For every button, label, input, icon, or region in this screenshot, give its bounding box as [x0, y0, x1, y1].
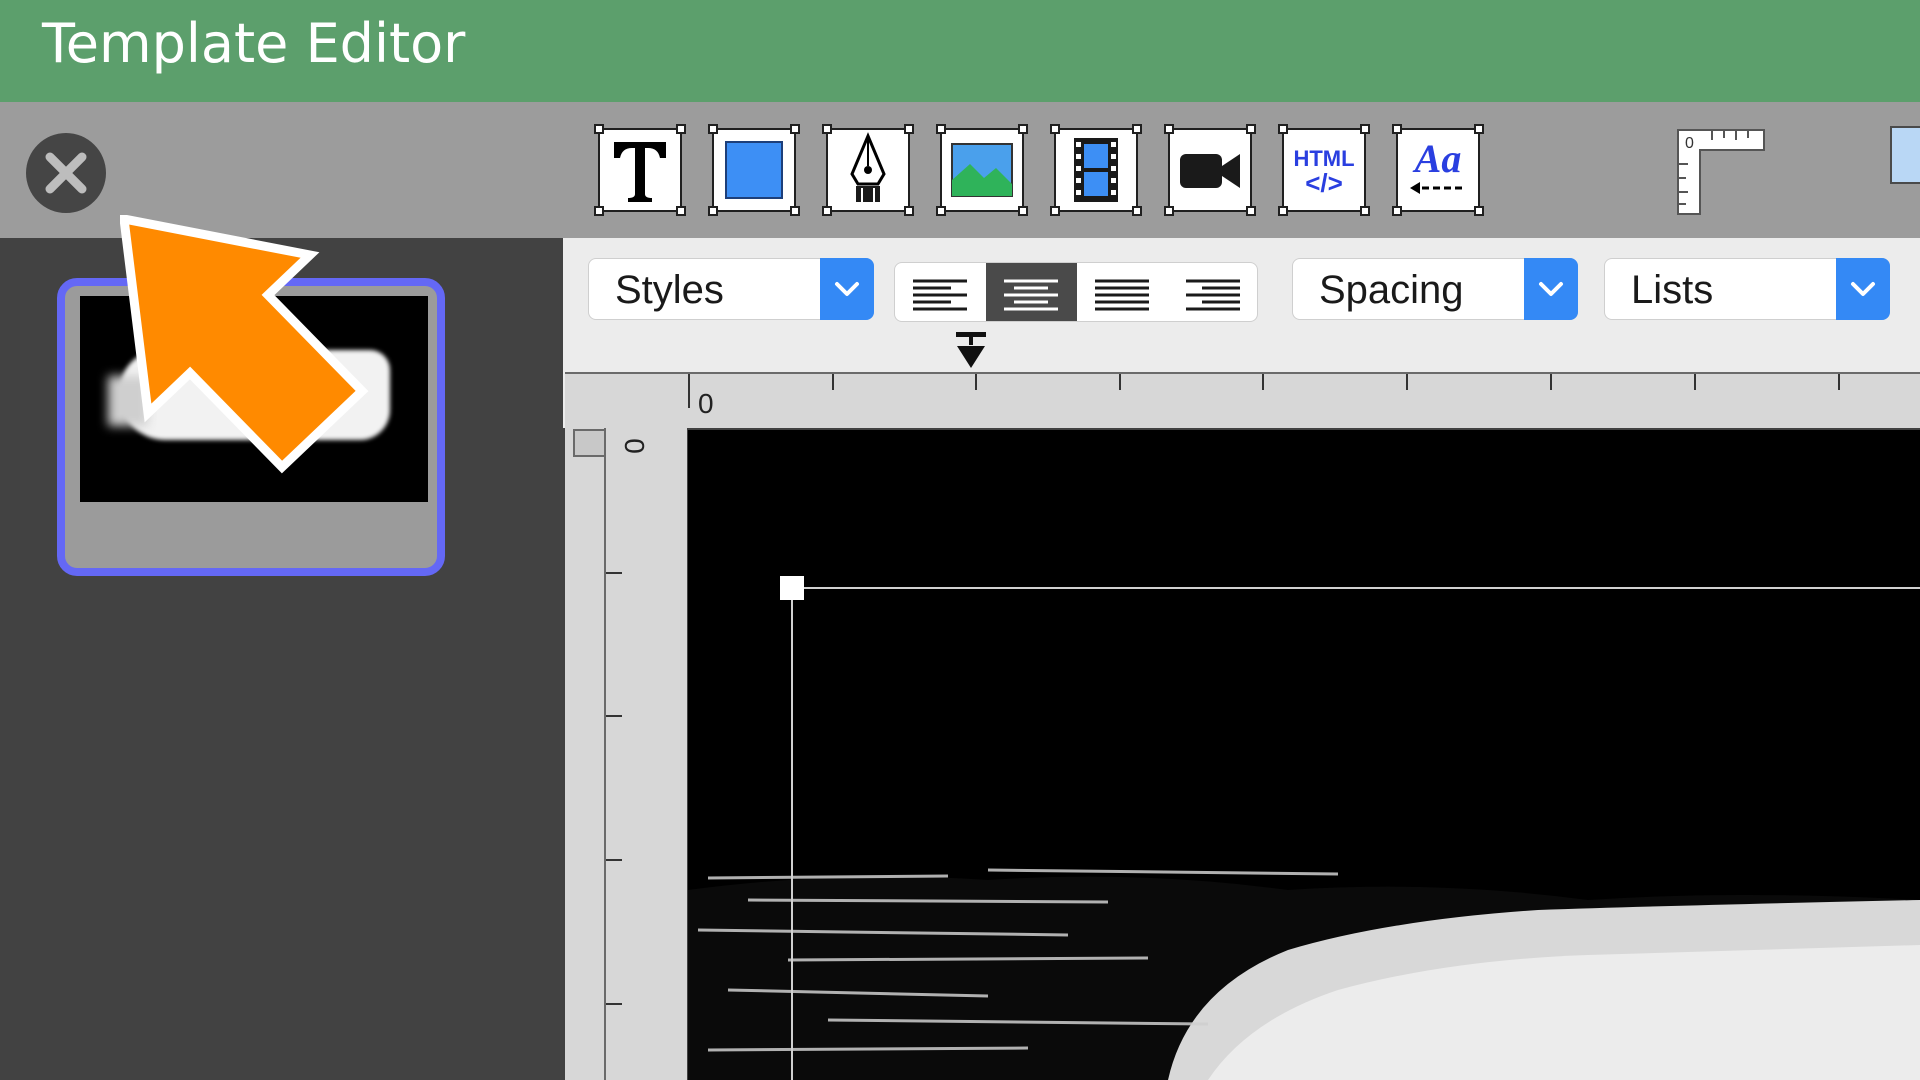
video-camera-icon — [1180, 154, 1240, 188]
align-justify-icon — [1095, 279, 1149, 311]
ruler-icon-label: 0 — [1685, 135, 1694, 152]
pointer-arrow-annotation — [120, 215, 369, 474]
text-T-icon — [614, 142, 666, 202]
html-tool-button[interactable]: HTML </> — [1278, 124, 1370, 216]
spacing-dropdown-arrow — [1524, 258, 1578, 320]
chevron-down-icon — [1539, 282, 1563, 296]
align-left-icon — [913, 279, 967, 311]
pen-nib-icon — [850, 132, 886, 202]
svg-text:Aa: Aa — [1412, 136, 1462, 181]
rectangle-tool-button[interactable] — [708, 124, 800, 216]
horizontal-ruler[interactable]: 0 — [565, 372, 1920, 428]
image-tool-button[interactable] — [936, 124, 1028, 216]
svg-text:</>: </> — [1305, 168, 1343, 198]
vertical-ruler[interactable]: 0 — [604, 428, 662, 1080]
video-tool-button[interactable] — [1164, 124, 1256, 216]
lists-dropdown-label: Lists — [1631, 268, 1714, 312]
text-style-tool-button[interactable]: Aa — [1392, 124, 1484, 216]
close-icon — [45, 152, 87, 194]
editor-canvas[interactable] — [688, 430, 1920, 1080]
lists-dropdown-arrow — [1836, 258, 1890, 320]
pen-tool-button[interactable] — [822, 124, 914, 216]
landscape-image-icon — [951, 143, 1013, 197]
align-justify-button[interactable] — [1077, 263, 1168, 321]
align-center-button[interactable] — [986, 263, 1077, 321]
lists-dropdown[interactable]: Lists — [1604, 258, 1890, 320]
spacing-dropdown[interactable]: Spacing — [1292, 258, 1578, 320]
window-title: Template Editor — [42, 12, 466, 75]
film-strip-icon — [1074, 138, 1118, 202]
styles-dropdown[interactable]: Styles — [588, 258, 874, 320]
styles-dropdown-label: Styles — [615, 268, 724, 312]
chevron-down-icon — [835, 282, 859, 296]
align-center-icon — [1004, 279, 1058, 311]
text-tool-button[interactable] — [594, 124, 686, 216]
blue-rectangle-icon — [725, 141, 783, 199]
html-code-icon: HTML </> — [1293, 146, 1354, 198]
horizontal-ruler-zero: 0 — [698, 388, 714, 419]
toolbar-extra-icon[interactable] — [1890, 126, 1920, 184]
ruler-toggle-icon[interactable]: 0 — [1672, 124, 1770, 218]
spacing-dropdown-label: Spacing — [1319, 268, 1464, 312]
film-tool-button[interactable] — [1050, 124, 1142, 216]
title-bar: Template Editor — [0, 0, 1920, 102]
alignment-segmented-control — [894, 262, 1258, 322]
align-right-icon — [1186, 279, 1240, 311]
selection-handle[interactable] — [780, 576, 804, 600]
canvas-artwork — [688, 576, 1920, 1080]
indent-marker-icon[interactable] — [953, 332, 989, 372]
close-button[interactable] — [26, 133, 106, 213]
vertical-ruler-zero: 0 — [618, 438, 650, 454]
styles-dropdown-arrow — [820, 258, 874, 320]
chevron-down-icon — [1851, 282, 1875, 296]
text-style-icon: Aa — [1410, 136, 1464, 194]
align-left-button[interactable] — [895, 263, 986, 321]
align-right-button[interactable] — [1168, 263, 1257, 321]
